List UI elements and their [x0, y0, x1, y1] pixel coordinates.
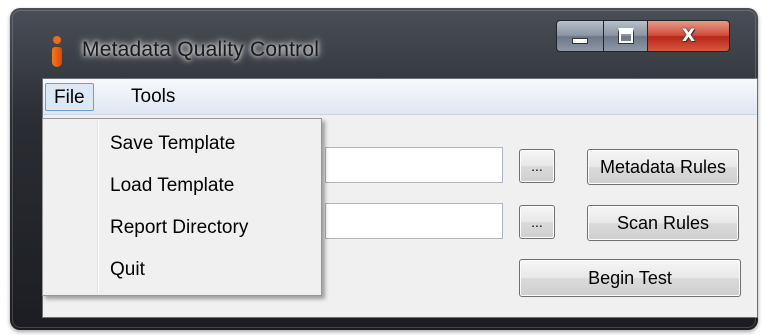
scan-rules-button[interactable]: Scan Rules: [587, 205, 739, 241]
menu-bar: File Tools: [43, 79, 757, 115]
browse-scan-button[interactable]: ...: [519, 205, 555, 239]
menu-item-quit[interactable]: Quit: [110, 255, 145, 285]
minimize-icon: [572, 38, 588, 44]
browse-metadata-button[interactable]: ...: [519, 149, 555, 183]
metadata-path-input[interactable]: [326, 148, 502, 182]
close-button[interactable]: X: [648, 20, 730, 52]
metadata-rules-button[interactable]: Metadata Rules: [587, 149, 739, 185]
file-menu-dropdown: Save Template Load Template Report Direc…: [42, 118, 322, 296]
title-bar[interactable]: Metadata Quality Control X: [10, 8, 758, 74]
close-icon: X: [681, 26, 696, 46]
minimize-button[interactable]: [556, 20, 604, 52]
window-title: Metadata Quality Control: [82, 38, 320, 61]
menu-file[interactable]: File: [45, 83, 94, 111]
maximize-button[interactable]: [604, 20, 648, 52]
menu-item-load-template[interactable]: Load Template: [110, 171, 234, 201]
scan-path-field[interactable]: [325, 203, 503, 239]
menu-icon-gutter: [97, 121, 99, 293]
app-logo-icon: [50, 36, 64, 70]
metadata-path-field[interactable]: [325, 147, 503, 183]
maximize-icon: [617, 28, 634, 44]
menu-tools[interactable]: Tools: [123, 83, 183, 111]
menu-item-save-template[interactable]: Save Template: [110, 129, 235, 159]
begin-test-button[interactable]: Begin Test: [519, 259, 741, 297]
scan-path-input[interactable]: [326, 204, 502, 238]
menu-item-report-directory[interactable]: Report Directory: [110, 213, 248, 243]
